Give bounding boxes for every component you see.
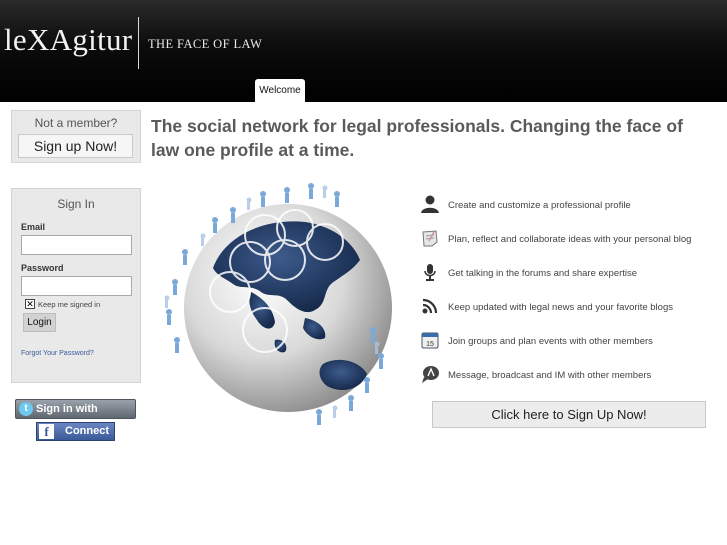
password-label: Password	[21, 263, 64, 273]
email-label: Email	[21, 222, 46, 232]
logo-part-3: gitur	[72, 22, 133, 57]
list-item: Plan, reflect and collaborate ideas with…	[420, 228, 720, 250]
site-header: leXAgitur THE FACE OF LAW Welcome	[0, 0, 727, 102]
facebook-connect-label: Connect	[65, 425, 109, 437]
user-profile-icon	[421, 195, 439, 213]
facebook-icon: f	[39, 424, 54, 439]
password-field[interactable]	[21, 276, 132, 296]
list-item: Keep updated with legal news and your fa…	[420, 296, 720, 318]
twitter-sign-in-button[interactable]: t Sign in with Twitter	[15, 399, 136, 433]
feature-text: Get talking in the forums and share expe…	[448, 268, 638, 279]
feature-text: Join groups and plan events with other m…	[448, 336, 653, 347]
keep-signed-in-checkbox[interactable]: ✕	[25, 299, 35, 309]
login-button[interactable]: Login	[23, 313, 56, 332]
email-field[interactable]	[21, 235, 132, 255]
sign-in-panel: Sign In Email Password ✕ Keep me signed …	[11, 188, 141, 383]
sign-up-now-button[interactable]: Click here to Sign Up Now!	[432, 401, 706, 428]
feature-text: Message, broadcast and IM with other mem…	[448, 370, 652, 381]
sign-in-title: Sign In	[57, 197, 95, 211]
feature-text: Keep updated with legal news and your fa…	[448, 302, 673, 313]
logo-divider	[138, 17, 139, 69]
calendar-icon: 15	[421, 332, 439, 349]
microphone-forum-icon	[424, 264, 436, 281]
keep-signed-in-label: Keep me signed in	[38, 300, 101, 309]
sign-up-button[interactable]: Sign up Now!	[18, 134, 133, 158]
message-bubble-icon	[422, 366, 439, 383]
list-item: Message, broadcast and IM with other mem…	[420, 364, 720, 386]
facebook-connect-button[interactable]: f Connect	[36, 422, 115, 441]
svg-text:15: 15	[426, 341, 434, 348]
site-logo[interactable]: leXAgitur	[4, 22, 132, 58]
logo-part-1: le	[4, 22, 27, 57]
list-item: Get talking in the forums and share expe…	[420, 262, 720, 284]
list-item: 15 Join groups and plan events with othe…	[420, 330, 720, 352]
globe-illustration	[164, 183, 392, 425]
list-item: Create and customize a professional prof…	[420, 194, 720, 216]
tab-welcome[interactable]: Welcome	[255, 79, 305, 102]
rss-feed-icon	[422, 298, 438, 314]
notepad-blog-icon	[422, 230, 438, 247]
forgot-password-link[interactable]: Forgot Your Password?	[21, 350, 94, 357]
not-member-prompt: Not a member?	[34, 116, 118, 130]
not-member-box: Not a member? Sign up Now!	[11, 110, 141, 163]
page-headline: The social network for legal professiona…	[151, 116, 683, 160]
feature-text: Plan, reflect and collaborate ideas with…	[448, 234, 692, 245]
feature-text: Create and customize a professional prof…	[448, 200, 631, 211]
twitter-bird-icon: t	[19, 402, 33, 416]
logo-part-2: XA	[26, 22, 73, 57]
site-tagline: THE FACE OF LAW	[148, 37, 263, 51]
